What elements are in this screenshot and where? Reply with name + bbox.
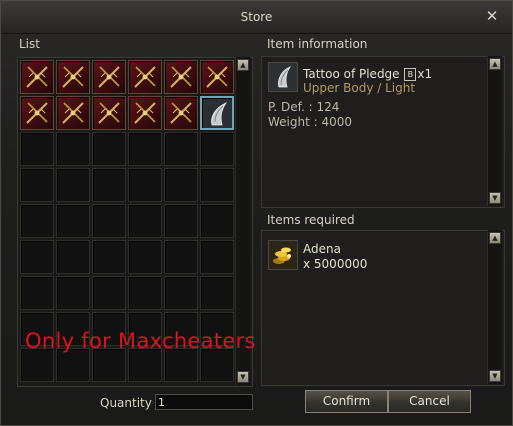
empty-item-slot[interactable] [20, 132, 54, 166]
crossed-weapon-icon [170, 102, 192, 124]
stat-pdef: P. Def. : 124 [268, 100, 340, 114]
info-scrollbar[interactable]: ▲ ▼ [487, 56, 502, 206]
weapon-item-slot[interactable] [92, 60, 126, 94]
crossed-weapon-icon [62, 102, 84, 124]
weapon-item-slot[interactable] [200, 60, 234, 94]
crossed-weapon-icon [134, 102, 156, 124]
empty-item-slot[interactable] [92, 168, 126, 202]
weapon-item-slot[interactable] [20, 96, 54, 130]
weapon-item-slot[interactable] [56, 60, 90, 94]
tattoo-item-slot-selected[interactable] [200, 96, 234, 130]
empty-item-slot[interactable] [20, 276, 54, 310]
weapon-item-slot[interactable] [20, 60, 54, 94]
info-scroll-down-icon[interactable]: ▼ [489, 192, 501, 204]
empty-item-slot[interactable] [164, 276, 198, 310]
empty-item-slot[interactable] [20, 168, 54, 202]
empty-item-slot[interactable] [20, 240, 54, 274]
items-required-label: Items required [267, 213, 355, 227]
weapon-item-slot[interactable] [164, 96, 198, 130]
item-count: x1 [417, 67, 433, 81]
empty-item-slot[interactable] [164, 348, 198, 382]
crossed-weapon-icon [206, 66, 228, 88]
crossed-weapon-icon [98, 102, 120, 124]
required-scroll-up-icon[interactable]: ▲ [489, 232, 501, 244]
crossed-weapon-icon [170, 66, 192, 88]
watermark-text: Only for Maxcheaters [25, 329, 256, 353]
list-label: List [19, 37, 40, 51]
blessed-mark-icon: B [404, 68, 417, 81]
item-name-line: Tattoo of Pledge Bx1 [303, 67, 432, 81]
close-icon[interactable]: ✕ [484, 8, 500, 24]
empty-item-slot[interactable] [128, 276, 162, 310]
empty-item-slot[interactable] [200, 348, 234, 382]
empty-item-slot[interactable] [92, 132, 126, 166]
stat-weight: Weight : 4000 [268, 115, 353, 129]
tattoo-icon [211, 102, 228, 126]
empty-item-slot[interactable] [20, 204, 54, 238]
list-scroll-up-icon[interactable]: ▲ [237, 59, 249, 71]
empty-item-slot[interactable] [92, 276, 126, 310]
empty-item-slot[interactable] [128, 240, 162, 274]
empty-item-slot[interactable] [128, 348, 162, 382]
empty-item-slot[interactable] [200, 204, 234, 238]
weapon-item-slot[interactable] [164, 60, 198, 94]
crossed-weapon-icon [26, 102, 48, 124]
adena-icon [268, 240, 298, 270]
empty-item-slot[interactable] [128, 132, 162, 166]
empty-item-slot[interactable] [164, 204, 198, 238]
crossed-weapon-icon [98, 66, 120, 88]
empty-item-slot[interactable] [164, 168, 198, 202]
empty-item-slot[interactable] [200, 168, 234, 202]
empty-item-slot[interactable] [20, 348, 54, 382]
weapon-item-slot[interactable] [128, 60, 162, 94]
empty-item-slot[interactable] [200, 240, 234, 274]
empty-item-slot[interactable] [92, 204, 126, 238]
required-scroll-down-icon[interactable]: ▼ [489, 370, 501, 382]
empty-item-slot[interactable] [164, 240, 198, 274]
list-scroll-down-icon[interactable]: ▼ [237, 371, 249, 383]
crossed-weapon-icon [134, 66, 156, 88]
empty-item-slot[interactable] [128, 168, 162, 202]
empty-item-slot[interactable] [56, 168, 90, 202]
empty-item-slot[interactable] [200, 132, 234, 166]
window-title: Store [240, 10, 273, 24]
empty-item-slot[interactable] [56, 348, 90, 382]
confirm-button[interactable]: Confirm [305, 390, 388, 413]
crossed-weapon-icon [62, 66, 84, 88]
crossed-weapon-icon [26, 66, 48, 88]
required-item-name: Adena [303, 242, 341, 256]
weapon-item-slot[interactable] [92, 96, 126, 130]
item-information-label: Item information [267, 37, 368, 51]
empty-item-slot[interactable] [92, 348, 126, 382]
empty-item-slot[interactable] [56, 132, 90, 166]
weapon-item-slot[interactable] [128, 96, 162, 130]
empty-item-slot[interactable] [56, 240, 90, 274]
item-name: Tattoo of Pledge [303, 67, 400, 81]
items-required-panel: Adena x 5000000 [261, 230, 505, 386]
item-information-panel: Tattoo of Pledge Bx1 Upper Body / Light … [261, 56, 505, 208]
quantity-label: Quantity [100, 396, 152, 410]
empty-item-slot[interactable] [56, 204, 90, 238]
item-slot: Upper Body / Light [303, 81, 416, 95]
required-scrollbar[interactable]: ▲ ▼ [487, 230, 502, 384]
empty-item-slot[interactable] [200, 276, 234, 310]
empty-item-slot[interactable] [128, 204, 162, 238]
cancel-button[interactable]: Cancel [388, 390, 471, 413]
empty-item-slot[interactable] [92, 240, 126, 274]
quantity-input[interactable] [155, 394, 253, 410]
required-item-amount: x 5000000 [303, 257, 368, 271]
weapon-item-slot[interactable] [56, 96, 90, 130]
store-window: Store ✕ List ▲ ▼ Item information Tattoo… [0, 0, 513, 426]
empty-item-slot[interactable] [56, 276, 90, 310]
title-bar[interactable]: Store ✕ [1, 1, 512, 34]
empty-item-slot[interactable] [164, 132, 198, 166]
tattoo-icon [268, 62, 298, 92]
info-scroll-up-icon[interactable]: ▲ [489, 58, 501, 70]
